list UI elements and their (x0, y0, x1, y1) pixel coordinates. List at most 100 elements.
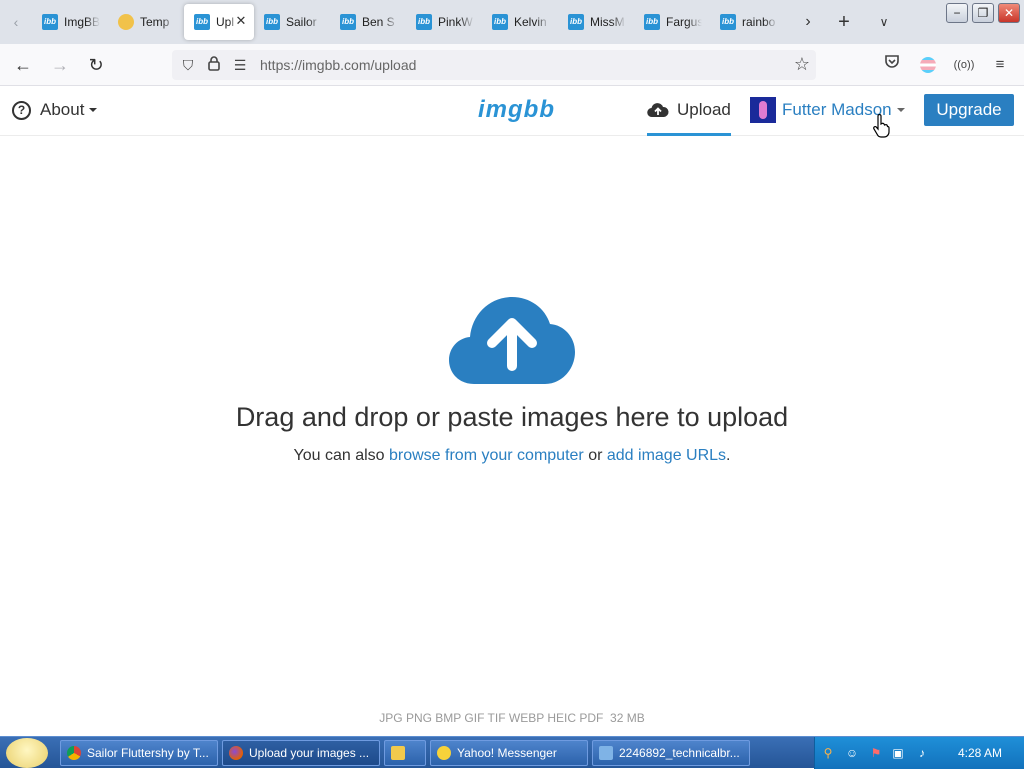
tab-label: ImgBB (64, 15, 100, 29)
lock-icon[interactable] (204, 55, 224, 75)
taskbar-item-label: 2246892_technicalbr... (619, 746, 740, 760)
tab-sailor[interactable]: ibb Sailor (254, 4, 330, 40)
caret-down-icon (89, 108, 98, 112)
max-file-size: 32 MB (610, 711, 645, 725)
address-bar[interactable]: ⛉ ☰ https://imgbb.com/upload ☆ (172, 50, 816, 80)
tab-scroll-right-icon[interactable]: › (796, 10, 820, 34)
browser-nav-bar: ← → ↻ ⛉ ☰ https://imgbb.com/upload ☆ ((o… (0, 44, 1024, 86)
imgbb-favicon-icon: ibb (340, 14, 356, 30)
tab-label: Ben S (362, 15, 395, 29)
upgrade-button[interactable]: Upgrade (924, 94, 1014, 126)
tab-upload-active[interactable]: ibb Upl ✕ (184, 4, 254, 40)
site-logo[interactable]: imgbb (478, 96, 555, 124)
tracking-shield-icon[interactable]: ⛉ (178, 55, 198, 75)
imgbb-favicon-icon: ibb (194, 14, 210, 30)
taskbar-item-label: Upload your images ... (249, 746, 370, 760)
new-tab-icon[interactable]: + (832, 10, 856, 34)
tab-label: Kelvin (514, 15, 547, 29)
taskbar-item-label: Sailor Fluttershy by T... (87, 746, 209, 760)
imgbb-favicon-icon: ibb (492, 14, 508, 30)
close-window-icon[interactable]: ✕ (998, 3, 1020, 23)
tab-temp[interactable]: Temp (108, 4, 184, 40)
taskbar-item-image-viewer[interactable]: 2246892_technicalbr... (592, 740, 750, 766)
tab-label: rainbo (742, 15, 776, 29)
imgbb-favicon-icon: ibb (568, 14, 584, 30)
about-label: About (40, 100, 85, 119)
tab-scroll-left-icon[interactable]: ‹ (8, 12, 24, 32)
tab-label: MissM (590, 15, 625, 29)
system-tray: ⚲ ☺ ⚑ ▣ ♪ 4:28 AM (814, 737, 1024, 769)
taskbar-item-folder[interactable] (384, 740, 426, 766)
network-icon[interactable]: ▣ (891, 746, 905, 760)
hamburger-menu-icon[interactable]: ≡ (988, 54, 1012, 76)
bookmark-star-icon[interactable]: ☆ (794, 54, 810, 75)
account-flag-icon[interactable] (916, 54, 940, 76)
hand-cursor-icon (873, 114, 890, 138)
cloud-upload-icon[interactable] (448, 296, 576, 386)
upload-subline: You can also browse from your computer o… (0, 447, 1024, 465)
taskbar-item-label: Yahoo! Messenger (457, 746, 557, 760)
tab-label: PinkW (438, 15, 473, 29)
forward-arrow-icon[interactable]: → (47, 52, 73, 78)
minimize-icon[interactable]: − (946, 3, 968, 23)
pocket-icon[interactable] (880, 54, 904, 76)
browse-computer-link[interactable]: browse from your computer (389, 447, 584, 464)
start-button[interactable] (6, 738, 48, 768)
yahoo-messenger-icon (437, 746, 451, 760)
caret-down-icon (896, 108, 905, 112)
tab-ben[interactable]: ibb Ben S (330, 4, 406, 40)
reload-icon[interactable]: ↻ (83, 52, 109, 78)
image-viewer-icon (599, 746, 613, 760)
chrome-icon (67, 746, 81, 760)
folder-icon (391, 746, 405, 760)
page-permissions-icon[interactable]: ☰ (230, 55, 250, 75)
security-alert-icon[interactable]: ⚑ (869, 746, 883, 760)
site-header: ? About imgbb Upload Futter Madson Upgra… (0, 86, 1024, 136)
sub-suffix: . (726, 447, 731, 464)
browser-tab-strip: ‹ ibb ImgBB Temp ibb Upl ✕ ibb Sailor ib… (0, 0, 1024, 44)
tab-label: Sailor (286, 15, 317, 29)
add-image-urls-link[interactable]: add image URLs (607, 447, 726, 464)
imgbb-favicon-icon: ibb (42, 14, 58, 30)
url-text[interactable]: https://imgbb.com/upload (260, 57, 416, 73)
tab-rainbow[interactable]: ibb rainbo (710, 4, 786, 40)
tab-label: Temp (140, 15, 170, 29)
tab-imgbb[interactable]: ibb ImgBB (32, 4, 108, 40)
restore-icon[interactable]: ❐ (972, 3, 994, 23)
tab-missm[interactable]: ibb MissM (558, 4, 634, 40)
search-icon[interactable]: ⚲ (821, 746, 835, 760)
volume-icon[interactable]: ♪ (915, 746, 929, 760)
firefox-icon (229, 746, 243, 760)
cloud-upload-icon (647, 102, 669, 117)
tab-list: ibb ImgBB Temp ibb Upl ✕ ibb Sailor ibb … (32, 4, 786, 40)
taskbar-item-firefox[interactable]: Upload your images ... (222, 740, 380, 766)
os-taskbar: Sailor Fluttershy by T... Upload your im… (0, 736, 1024, 769)
supported-formats: JPG PNG BMP GIF TIF WEBP HEIC PDF 32 MB (0, 711, 1024, 725)
back-arrow-icon[interactable]: ← (10, 52, 36, 78)
list-tabs-chevron-down-icon[interactable]: ∨ (872, 10, 896, 34)
sub-prefix: You can also (293, 447, 385, 464)
taskbar-item-chrome[interactable]: Sailor Fluttershy by T... (60, 740, 218, 766)
emoji-favicon-icon (118, 14, 134, 30)
tab-label: Fargus (666, 15, 702, 29)
tab-pinkw[interactable]: ibb PinkW (406, 4, 482, 40)
tab-fargus[interactable]: ibb Fargus (634, 4, 710, 40)
imgbb-favicon-icon: ibb (416, 14, 432, 30)
sub-or: or (588, 447, 603, 464)
imgbb-favicon-icon: ibb (264, 14, 280, 30)
messenger-tray-icon[interactable]: ☺ (845, 746, 859, 760)
about-menu[interactable]: ? About (12, 100, 98, 120)
imgbb-favicon-icon: ibb (644, 14, 660, 30)
upload-headline: Drag and drop or paste images here to up… (235, 402, 789, 432)
imgbb-favicon-icon: ibb (720, 14, 736, 30)
upload-nav-item[interactable]: Upload (647, 86, 731, 136)
tab-close-icon[interactable]: ✕ (234, 14, 248, 28)
upload-nav-label: Upload (677, 99, 731, 119)
formats-list: JPG PNG BMP GIF TIF WEBP HEIC PDF (379, 711, 604, 725)
clock[interactable]: 4:28 AM (958, 746, 1002, 760)
avatar (750, 97, 776, 123)
extension-icon[interactable]: ((o)) (952, 54, 976, 76)
help-circle-icon: ? (12, 100, 31, 120)
tab-kelvin[interactable]: ibb Kelvin (482, 4, 558, 40)
taskbar-item-yahoo-messenger[interactable]: Yahoo! Messenger (430, 740, 588, 766)
